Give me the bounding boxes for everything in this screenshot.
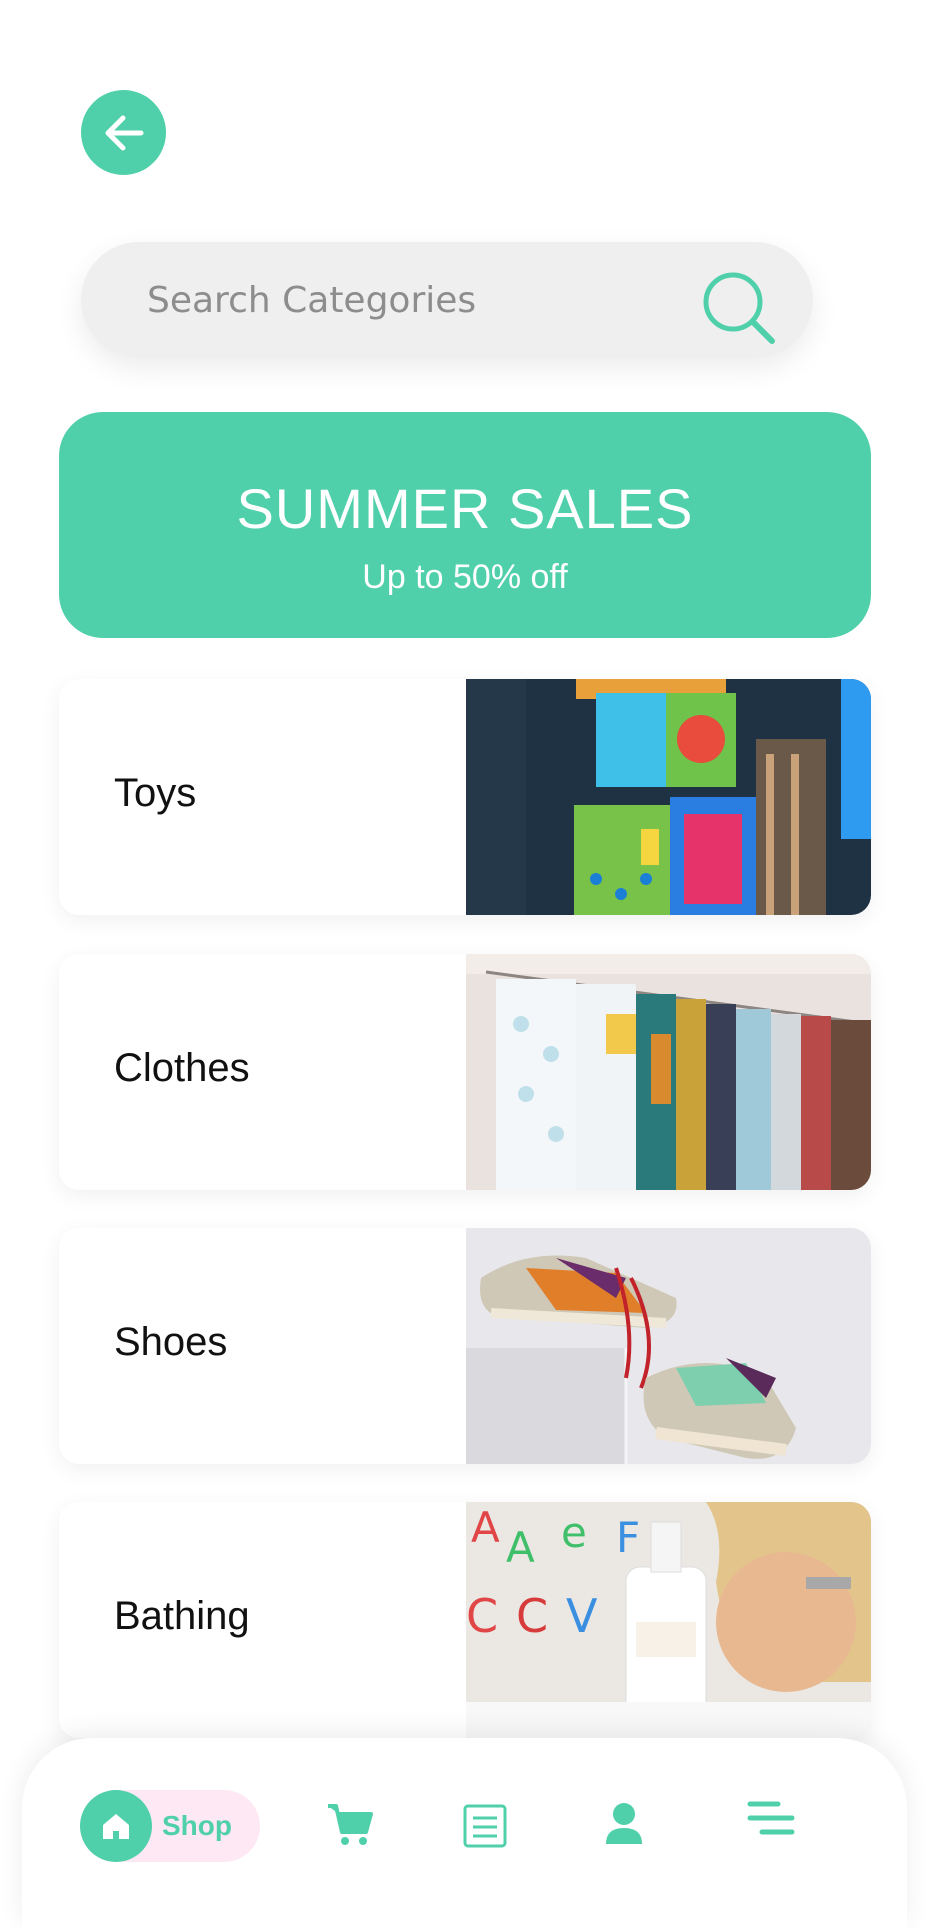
search-input[interactable] [145, 278, 669, 322]
bath-child-photo: A A e F C C V [466, 1502, 871, 1738]
banner-subtitle: Up to 50% off [362, 558, 568, 596]
category-card-toys[interactable]: Toys [59, 679, 871, 915]
nav-shop-tab[interactable]: Shop [80, 1790, 260, 1862]
arrow-left-icon [105, 115, 143, 150]
home-icon-circle [80, 1790, 152, 1862]
summer-sales-banner[interactable]: SUMMER SALES Up to 50% off [59, 412, 871, 638]
svg-text:C: C [516, 1589, 548, 1643]
cart-icon[interactable] [324, 1798, 376, 1850]
category-card-bathing[interactable]: Bathing A A e F C C V [59, 1502, 871, 1738]
category-card-clothes[interactable]: Clothes [59, 954, 871, 1190]
category-label: Toys [114, 771, 197, 815]
search-icon[interactable] [697, 266, 779, 348]
svg-text:A: A [471, 1503, 500, 1552]
clothes-rack-photo [466, 954, 871, 1190]
svg-text:F: F [616, 1513, 640, 1562]
svg-text:V: V [566, 1589, 598, 1643]
profile-icon[interactable] [598, 1798, 650, 1850]
category-card-shoes[interactable]: Shoes [59, 1228, 871, 1464]
search-bar [81, 242, 813, 358]
banner-title: SUMMER SALES [236, 477, 694, 540]
sneakers-photo [466, 1228, 871, 1464]
list-icon[interactable] [459, 1800, 511, 1852]
toy-blocks-photo [466, 679, 871, 915]
menu-icon[interactable] [744, 1794, 796, 1846]
back-button[interactable] [81, 90, 166, 175]
category-label: Shoes [114, 1320, 228, 1364]
home-icon [103, 1814, 129, 1839]
svg-text:A: A [506, 1523, 535, 1572]
category-label: Clothes [114, 1046, 250, 1090]
bottom-navigation: Shop [22, 1738, 907, 1928]
svg-text:e: e [561, 1508, 587, 1557]
nav-shop-label: Shop [162, 1810, 232, 1841]
category-label: Bathing [114, 1594, 250, 1638]
svg-text:C: C [466, 1589, 498, 1643]
